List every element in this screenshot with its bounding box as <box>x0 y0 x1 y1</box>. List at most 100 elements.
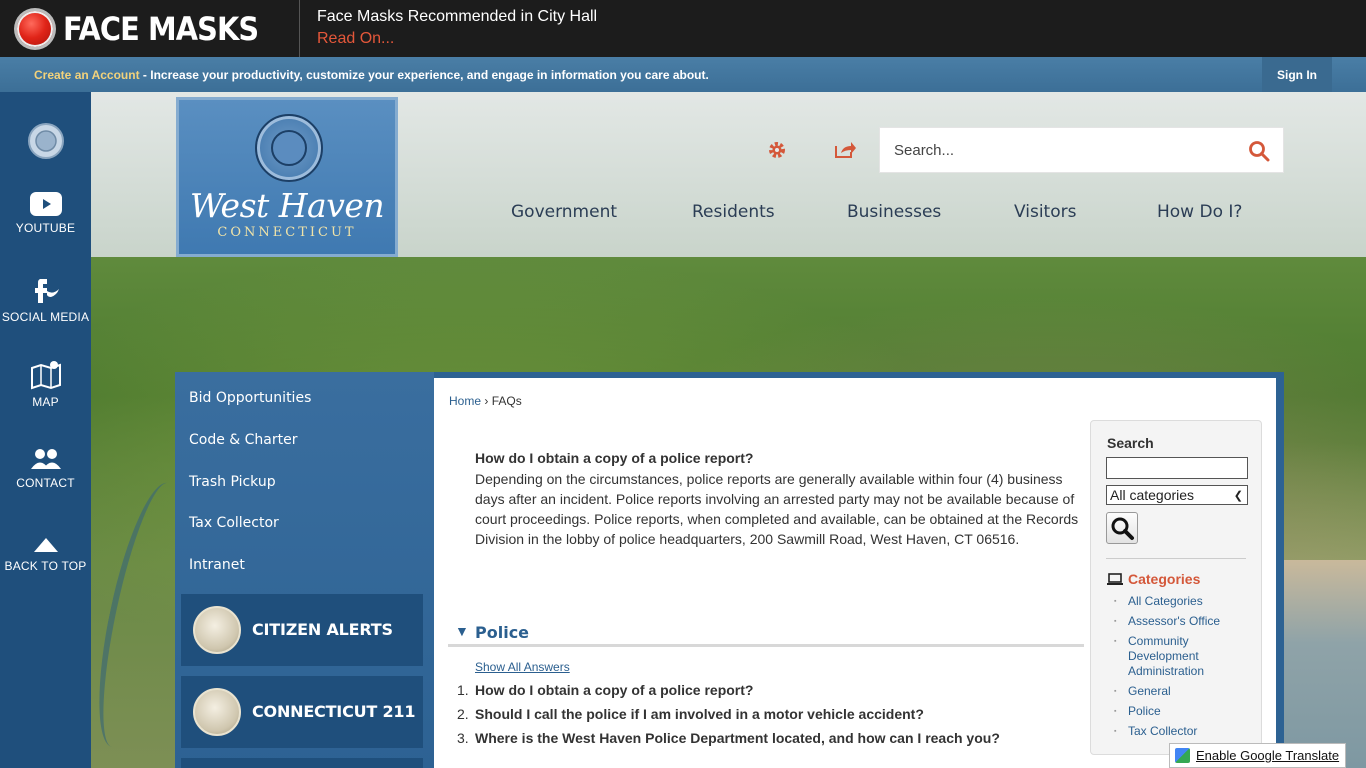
alert-read-on-link[interactable]: Read On... <box>317 30 394 48</box>
youtube-icon <box>29 192 62 216</box>
hero-shoreline-decoration <box>1283 560 1366 768</box>
alert-headline[interactable]: Face Masks Recommended in City Hall <box>317 8 597 26</box>
show-all-answers-link[interactable]: Show All Answers <box>475 660 570 674</box>
faq-search-sidebar: Search All categories ❮ Categories All C… <box>1090 420 1262 755</box>
promo-citizen-alerts-label: CITIZEN ALERTS <box>252 620 393 639</box>
nav-residents[interactable]: Residents <box>692 202 775 222</box>
rail-youtube[interactable]: YOUTUBE <box>0 192 91 235</box>
menu-tax-collector[interactable]: Tax Collector <box>189 515 279 531</box>
question-number: 3. <box>457 730 469 746</box>
breadcrumb-home-link[interactable]: Home <box>449 394 481 408</box>
menu-code-charter[interactable]: Code & Charter <box>189 432 298 448</box>
account-message: Create an Account - Increase your produc… <box>34 68 709 82</box>
menu-bid-opportunities[interactable]: Bid Opportunities <box>189 390 311 406</box>
social-rail: YOUTUBE SOCIAL MEDIA MAP CONTACT BACK TO… <box>0 92 91 768</box>
category-select[interactable]: All categories ❮ <box>1106 485 1248 505</box>
search-icon[interactable] <box>1248 140 1270 162</box>
side-menu: Bid Opportunities Code & Charter Trash P… <box>175 372 434 768</box>
faq-answer: Depending on the circumstances, police r… <box>475 471 1079 547</box>
rail-map-label: MAP <box>32 395 59 409</box>
nav-how-do-i[interactable]: How Do I? <box>1157 202 1242 222</box>
alert-label-area: FACE MASKS <box>0 0 300 57</box>
collapse-triangle-icon: ▼ <box>455 623 469 639</box>
question-item[interactable]: 2. Should I call the police if I am invol… <box>457 705 1000 729</box>
promo-citizen-alerts[interactable]: CITIZEN ALERTS <box>181 594 423 666</box>
contact-icon <box>30 449 61 469</box>
google-translate-label: Enable Google Translate <box>1196 748 1340 763</box>
nav-businesses[interactable]: Businesses <box>847 202 941 222</box>
sidebar-search-title: Search <box>1107 435 1154 451</box>
rail-map[interactable]: MAP <box>0 360 91 409</box>
ct-211-icon <box>193 688 241 736</box>
category-police[interactable]: Police <box>1114 704 1254 719</box>
search-input[interactable] <box>880 128 1230 172</box>
google-translate-icon <box>1175 748 1190 763</box>
rail-youtube-label: YOUTUBE <box>15 221 76 235</box>
social-media-icon <box>34 279 59 303</box>
faq-question: How do I obtain a copy of a police repor… <box>475 450 754 466</box>
breadcrumb-current: FAQs <box>491 394 522 408</box>
rail-back-to-top[interactable]: BACK TO TOP <box>0 536 91 573</box>
site-logo[interactable]: West Haven CONNECTICUT <box>176 97 398 257</box>
category-assessors-office[interactable]: Assessor's Office <box>1114 614 1254 629</box>
sidebar-divider <box>1106 558 1246 559</box>
gear-icon[interactable] <box>766 140 788 160</box>
rail-contact[interactable]: CONTACT <box>0 447 91 490</box>
category-general[interactable]: General <box>1114 684 1254 699</box>
account-description: - Increase your productivity, customize … <box>139 68 709 82</box>
categories-title: Categories <box>1128 571 1201 587</box>
alert-indicator-icon <box>17 11 53 47</box>
category-select-value: All categories <box>1110 487 1195 503</box>
laptop-icon <box>1107 573 1123 585</box>
rail-social-media-label: SOCIAL MEDIA <box>1 310 90 324</box>
breadcrumb: Home › FAQs <box>449 394 522 408</box>
search-icon <box>1111 517 1134 540</box>
sign-in-button[interactable]: Sign In <box>1262 57 1332 92</box>
nav-visitors[interactable]: Visitors <box>1014 202 1076 222</box>
question-item[interactable]: 3. Where is the West Haven Police Departm… <box>457 729 1000 753</box>
bell-icon <box>193 606 241 654</box>
map-icon <box>30 361 61 390</box>
category-all[interactable]: All Categories <box>1114 594 1254 609</box>
nav-government[interactable]: Government <box>511 202 617 222</box>
city-seal-icon <box>27 123 64 159</box>
logo-city-name: West Haven <box>189 186 385 225</box>
chevron-down-icon: ❮ <box>1233 490 1243 502</box>
alert-title: FACE MASKS <box>63 10 259 48</box>
site-search <box>879 127 1284 173</box>
arrow-up-icon <box>33 538 58 552</box>
rail-social-media[interactable]: SOCIAL MEDIA <box>0 275 91 324</box>
logo-state-name: CONNECTICUT <box>217 225 357 240</box>
category-community-development[interactable]: Community Development Administration <box>1114 634 1254 679</box>
google-translate-button[interactable]: Enable Google Translate <box>1169 743 1346 768</box>
question-text: Should I call the police if I am involve… <box>475 706 924 722</box>
category-tax-collector[interactable]: Tax Collector <box>1114 724 1254 739</box>
sidebar-search-button[interactable] <box>1106 512 1138 544</box>
category-title: Police <box>475 623 530 642</box>
menu-intranet[interactable]: Intranet <box>189 557 245 573</box>
question-item[interactable]: 1. How do I obtain a copy of a police rep… <box>457 681 1000 705</box>
category-header[interactable]: ▼ Police <box>448 621 1084 647</box>
share-icon[interactable] <box>834 140 856 160</box>
content-right-border <box>1276 372 1284 768</box>
sidebar-search-input[interactable] <box>1106 457 1248 479</box>
menu-trash-pickup[interactable]: Trash Pickup <box>189 474 276 490</box>
create-account-link[interactable]: Create an Account <box>34 68 140 82</box>
question-text: Where is the West Haven Police Departmen… <box>475 730 1000 746</box>
question-number: 1. <box>457 682 469 698</box>
logo-seal-icon <box>255 114 323 182</box>
question-text: How do I obtain a copy of a police repor… <box>475 682 754 698</box>
account-bar: Create an Account - Increase your produc… <box>0 57 1366 92</box>
rail-contact-label: CONTACT <box>16 476 75 490</box>
rail-city-seal[interactable] <box>0 122 91 165</box>
breadcrumb-separator: › <box>484 394 489 408</box>
alert-bar: FACE MASKS Face Masks Recommended in Cit… <box>0 0 1366 57</box>
content-panel: Home › FAQs How do I obtain a copy of a … <box>434 378 1276 768</box>
promo-connecticut-211-label: CONNECTICUT 211 <box>252 702 416 721</box>
rail-back-to-top-label: BACK TO TOP <box>4 559 87 573</box>
categories-list: All Categories Assessor's Office Communi… <box>1114 594 1254 744</box>
promo-next[interactable] <box>181 758 423 768</box>
question-number: 2. <box>457 706 469 722</box>
question-list: 1. How do I obtain a copy of a police rep… <box>457 681 1000 753</box>
promo-connecticut-211[interactable]: CONNECTICUT 211 <box>181 676 423 748</box>
